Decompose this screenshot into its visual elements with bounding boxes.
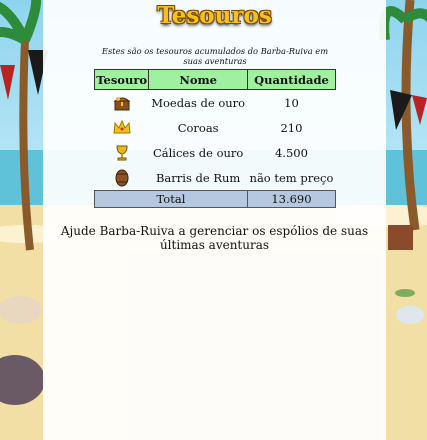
table-header-row: Tesouro Nome Quantidade	[93, 69, 337, 90]
column-header-name: Nome	[148, 69, 248, 90]
name-cell: Cálices de ouro	[152, 145, 244, 160]
quantity-cell: 4.500	[274, 145, 308, 160]
treasure-cell	[95, 115, 149, 140]
quantity-cell: não tem preço	[249, 170, 334, 185]
chalice-icon	[116, 145, 128, 160]
name-cell: Moedas de ouro	[151, 95, 246, 110]
name-cell: Barris de Rum	[155, 170, 241, 185]
treasure-cell	[95, 140, 149, 165]
treasure-table: Tesouro Nome Quantidade Moedas de ouro 1…	[93, 69, 337, 208]
page-title: Tesouros	[157, 2, 272, 29]
total-label: Total	[94, 190, 248, 208]
table-row: Moedas de ouro 10	[95, 90, 336, 116]
quantity-cell: 10	[284, 95, 299, 110]
table-row: Cálices de ouro 4.500	[95, 140, 336, 165]
name-cell: Coroas	[177, 120, 219, 135]
table-row: Coroas 210	[95, 115, 336, 140]
intro-text: Estes são os tesouros acumulados do Barb…	[101, 46, 329, 66]
outro-text: Ajude Barba-Ruiva a gerenciar os espólio…	[60, 224, 369, 252]
crown-icon	[113, 119, 131, 133]
table-row: Barris de Rum não tem preço	[95, 165, 336, 191]
rum-barrel-icon	[115, 169, 129, 186]
treasure-cell	[95, 165, 149, 191]
total-value: 13.690	[246, 190, 337, 208]
total-row: Total 13.690	[94, 190, 337, 208]
treasure-chest-icon	[113, 96, 131, 110]
treasure-cell	[95, 90, 149, 116]
column-header-treasure: Tesouro	[93, 69, 150, 90]
quantity-cell: 210	[280, 120, 303, 135]
content-panel: Tesouros Estes são os tesouros acumulado…	[43, 0, 386, 440]
column-header-quantity: Quantidade	[246, 69, 337, 90]
